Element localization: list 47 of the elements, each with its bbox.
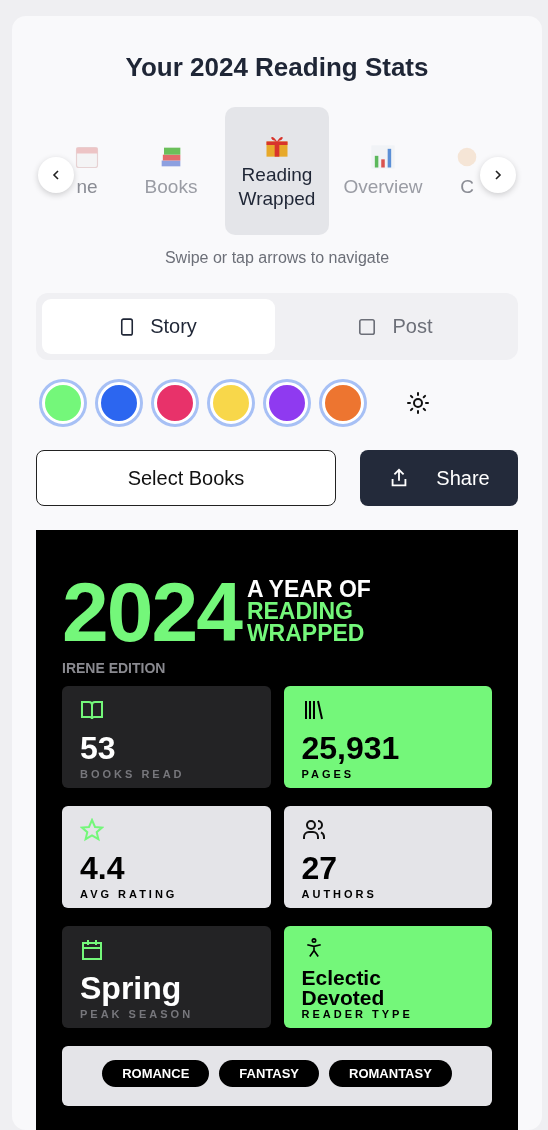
tagline: A YEAR OF (246, 579, 371, 602)
sun-icon[interactable] (406, 391, 430, 415)
tagline: WRAPPED (246, 622, 366, 645)
color-swatch[interactable] (98, 382, 140, 424)
color-swatch[interactable] (42, 382, 84, 424)
stat-value: Spring (80, 972, 183, 1004)
square-icon (358, 317, 377, 336)
carousel-tab[interactable]: ne (57, 107, 117, 235)
carousel-tab[interactable]: C (437, 107, 497, 235)
select-books-button[interactable]: Select Books (36, 450, 336, 506)
genre-tag: ROMANCE (102, 1060, 210, 1087)
phone-icon (120, 317, 135, 336)
navigation-hint: Swipe or tap arrows to navigate (163, 249, 391, 267)
carousel-tab[interactable]: Books (125, 107, 217, 235)
people-icon (301, 818, 326, 842)
stat-label: AVG RATING (80, 888, 179, 900)
stat-label: PEAK SEASON (80, 1008, 195, 1020)
chevron-right-icon (492, 169, 504, 181)
color-swatch[interactable] (210, 382, 252, 424)
stat-label: BOOKS READ (80, 768, 186, 780)
bar-chart-icon (369, 143, 397, 172)
chevron-left-icon (50, 169, 62, 181)
stat-value: 4.4 (80, 852, 126, 884)
color-swatch[interactable] (154, 382, 196, 424)
stat-value: 25,931 (301, 732, 401, 764)
stat-label: READER TYPE (301, 1008, 414, 1020)
star-icon (80, 818, 104, 842)
carousel-tab[interactable]: Overview (337, 107, 429, 235)
year-heading: 2024 (62, 570, 241, 654)
color-swatch[interactable] (322, 382, 364, 424)
stat-value: 53 (80, 732, 117, 764)
stat-label: AUTHORS (301, 888, 378, 900)
stat-label: PAGES (301, 768, 356, 780)
stat-value: Eclectic Devoted (301, 968, 386, 1008)
genre-tag: ROMANTASY (329, 1060, 452, 1087)
format-tab[interactable]: Story (42, 299, 275, 354)
color-swatch[interactable] (266, 382, 308, 424)
share-button[interactable]: Share (360, 450, 518, 506)
edition-label: IRENE EDITION (62, 660, 167, 676)
page-title: Your 2024 Reading Stats (124, 52, 430, 83)
carousel-tab[interactable]: Reading Wrapped (225, 107, 329, 235)
tagline: READING (246, 601, 353, 623)
stat-value: 27 (301, 852, 339, 884)
format-tab[interactable]: Post (279, 299, 512, 354)
genre-tag: FANTASY (219, 1060, 320, 1087)
book-icon (80, 698, 104, 722)
calendar-icon (80, 938, 104, 962)
